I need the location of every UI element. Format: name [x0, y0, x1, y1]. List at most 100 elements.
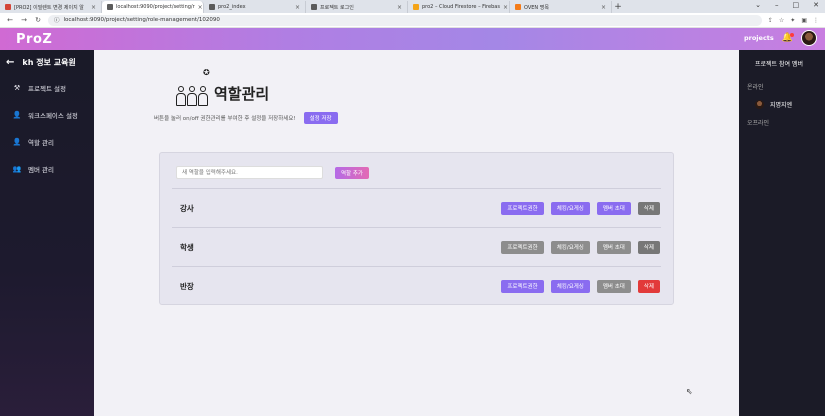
perm-project-button[interactable]: 프로젝트권한 — [501, 279, 544, 293]
tab-close-icon[interactable]: × — [601, 4, 606, 11]
browser-tab[interactable]: 프로젝트 로그인 × — [306, 1, 408, 13]
page-title: 역할관리 — [214, 85, 270, 103]
avatar[interactable] — [801, 30, 817, 46]
browser-tab[interactable]: pro2_index × — [204, 1, 306, 13]
online-label: 온라인 — [747, 84, 764, 91]
browser-tab[interactable]: OVEN 명목 × — [510, 1, 612, 13]
tab-close-icon[interactable]: × — [198, 4, 203, 11]
perm-project-button[interactable]: 프로젝트권한 — [501, 240, 544, 254]
browser-tab[interactable]: pro2 – Cloud Firestore – Firebas × — [408, 1, 510, 13]
role-row-leader: 반장 프로젝트권한 체킹/요게싱 멤버 초대 삭제 — [172, 267, 661, 305]
browser-tab-strip: [PRO2] 이빌렌트 변경 제이지 알 × localhost:9090/proj… — [0, 0, 825, 13]
tab-label: pro2 – Cloud Firestore – Firebas — [422, 4, 500, 10]
minimize-icon[interactable]: – — [775, 1, 779, 9]
member-panel: 프로젝트 참여 멤버 온라인 지명지엔 오프라인 — [739, 50, 825, 416]
back-arrow-icon[interactable]: ← — [6, 57, 14, 68]
tab-favicon-icon — [311, 4, 317, 10]
url-field[interactable]: ⓘ localhost:9090/project/setting/role-ma… — [48, 14, 762, 26]
tab-favicon-icon — [209, 4, 215, 10]
avatar — [755, 99, 764, 109]
menu-icon[interactable]: ⋮ — [813, 17, 819, 24]
forward-icon[interactable]: → — [20, 16, 28, 24]
star-icon: ✪ — [203, 68, 210, 77]
new-tab-button[interactable]: + — [612, 1, 624, 13]
sidebar-item-role-management[interactable]: 👤 역할 관리 — [0, 128, 94, 155]
sidebar-item-project-settings[interactable]: ⚒ 프로젝트 설정 — [0, 74, 94, 101]
sidebar-item-label: 워크스페이스 설정 — [28, 111, 78, 120]
notification-dot — [790, 33, 794, 37]
perm-request-button[interactable]: 체킹/요게싱 — [550, 279, 590, 293]
member-panel-title: 프로젝트 참여 멤버 — [755, 61, 803, 68]
role-name: 반장 — [180, 281, 194, 291]
bell-icon[interactable]: 🔔 — [782, 33, 794, 43]
tab-label: 프로젝트 로그인 — [320, 4, 354, 11]
tab-label: pro2_index — [218, 4, 246, 10]
role-name: 강사 — [180, 203, 194, 213]
mouse-cursor-icon: ⇖ — [686, 387, 693, 396]
reload-icon[interactable]: ↻ — [34, 16, 42, 24]
online-member[interactable]: 지명지엔 — [739, 92, 825, 114]
delete-role-button[interactable]: 삭제 — [637, 240, 660, 254]
tab-close-icon[interactable]: × — [91, 4, 96, 11]
sidebar: ← kh 정보 교육원 ⚒ 프로젝트 설정 👤 워크스페이스 설정 👤 역할 관… — [0, 50, 94, 416]
user-gear-icon: 👤 — [12, 110, 22, 119]
back-icon[interactable]: ← — [6, 16, 14, 24]
tools-icon: ⚒ — [13, 83, 21, 92]
sidebar-item-member-management[interactable]: 👥 멤버 관리 — [0, 155, 94, 182]
offline-label: 오프라인 — [747, 120, 770, 127]
sidebar-header: ← kh 정보 교육원 — [0, 50, 94, 74]
tab-close-icon[interactable]: × — [397, 4, 402, 11]
sidebar-item-label: 프로젝트 설정 — [28, 84, 66, 93]
role-row-instructor: 강사 프로젝트권한 체킹/요게싱 멤버 초대 삭제 — [172, 189, 661, 227]
url-text: localhost:9090/project/setting/role-mana… — [63, 17, 220, 23]
browser-tab[interactable]: localhost:9090/project/setting/r × — [102, 1, 204, 13]
perm-invite-button[interactable]: 멤버 초대 — [596, 279, 631, 293]
tab-label: OVEN 명목 — [524, 4, 549, 11]
perm-request-button[interactable]: 체킹/요게싱 — [550, 240, 590, 254]
role-name: 학생 — [180, 242, 194, 252]
tab-favicon-icon — [107, 4, 113, 10]
role-row-student: 학생 프로젝트권한 체킹/요게싱 멤버 초대 삭제 — [172, 228, 661, 266]
hint-row: 버튼을 눌러 on/off 권한관리를 부여한 후 설정을 저장하세요! 설정 … — [154, 112, 338, 124]
app-logo[interactable]: ProZ — [16, 32, 52, 47]
tab-favicon-icon — [5, 4, 11, 10]
sidebar-item-workspace-settings[interactable]: 👤 워크스페이스 설정 — [0, 101, 94, 128]
delete-role-button[interactable]: 삭제 — [637, 201, 660, 215]
tab-close-icon[interactable]: × — [295, 4, 300, 11]
role-panel: 역할 추가 강사 프로젝트권한 체킹/요게싱 멤버 초대 삭제 학생 프로젝트권… — [159, 152, 674, 305]
add-role-button[interactable]: 역할 추가 — [335, 166, 369, 179]
people-role-icon: ✪ — [176, 68, 210, 106]
tab-favicon-icon — [413, 4, 419, 10]
member-name: 지명지엔 — [770, 101, 793, 109]
save-settings-button[interactable]: 설정 저장 — [303, 112, 338, 124]
projects-link[interactable]: projects — [744, 34, 774, 42]
share-icon[interactable]: ⇪ — [768, 17, 773, 24]
window-controls: ⌄ – □ ✕ — [755, 1, 819, 9]
sidebar-title: kh 정보 교육원 — [22, 57, 76, 67]
tab-label: localhost:9090/project/setting/r — [116, 4, 195, 10]
main-content: ✪ 역할관리 버튼을 눌러 on/off 권한관리를 부여한 후 설정을 저장하… — [94, 50, 739, 416]
sidebar-item-label: 역할 관리 — [28, 138, 54, 147]
perm-invite-button[interactable]: 멤버 초대 — [596, 201, 631, 215]
info-icon[interactable]: ⓘ — [54, 16, 60, 24]
tab-close-icon[interactable]: × — [503, 4, 508, 11]
tab-favicon-icon — [515, 4, 521, 10]
extension-icon[interactable]: ▣ — [801, 17, 807, 24]
delete-role-button[interactable]: 삭제 — [637, 279, 660, 293]
perm-project-button[interactable]: 프로젝트권한 — [501, 201, 544, 215]
users-icon: 👥 — [12, 164, 22, 173]
perm-request-button[interactable]: 체킹/요게싱 — [550, 201, 590, 215]
extensions-icon[interactable]: ✦ — [790, 17, 795, 24]
maximize-icon[interactable]: □ — [793, 1, 800, 9]
browser-tab[interactable]: [PRO2] 이빌렌트 변경 제이지 알 × — [0, 1, 102, 13]
close-window-icon[interactable]: ✕ — [813, 1, 819, 9]
perm-invite-button[interactable]: 멤버 초대 — [596, 240, 631, 254]
tab-label: [PRO2] 이빌렌트 변경 제이지 알 — [14, 4, 84, 11]
role-name-input[interactable] — [176, 166, 323, 179]
bookmark-star-icon[interactable]: ☆ — [779, 17, 784, 24]
hint-text: 버튼을 눌러 on/off 권한관리를 부여한 후 설정을 저장하세요! — [154, 116, 296, 122]
add-role-row: 역할 추가 — [176, 166, 369, 179]
page-heading: ✪ 역할관리 — [176, 68, 269, 106]
sidebar-item-label: 멤버 관리 — [28, 165, 54, 174]
tab-search-icon[interactable]: ⌄ — [755, 1, 761, 9]
